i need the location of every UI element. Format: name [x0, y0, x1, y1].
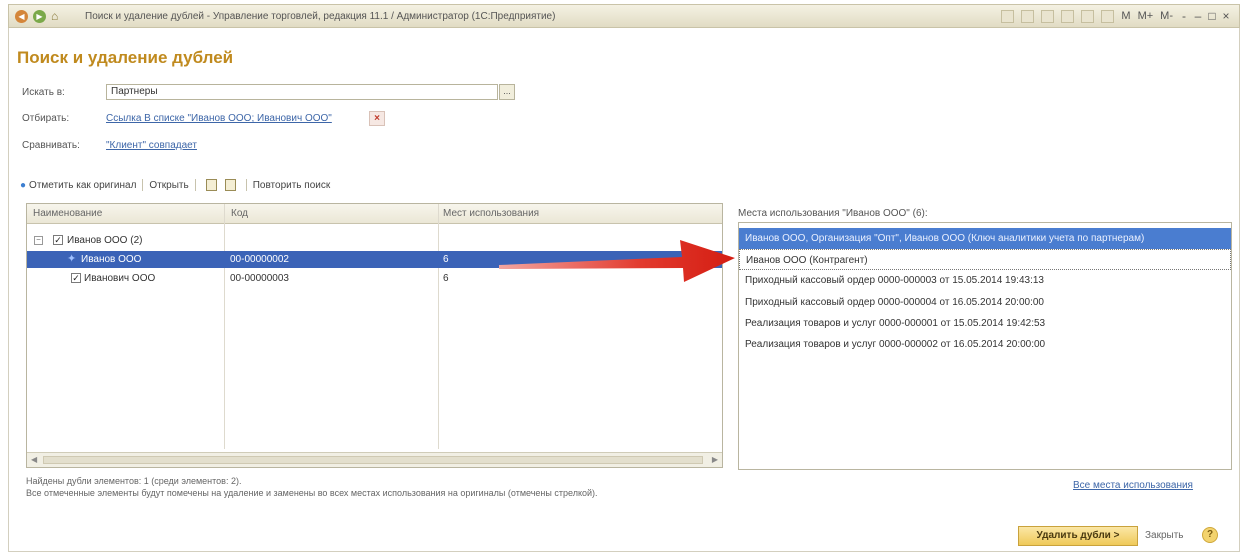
page-title: Поиск и удаление дублей	[17, 48, 234, 67]
tool-icon[interactable]	[1041, 9, 1055, 23]
column-header-code[interactable]: Код	[231, 208, 248, 219]
scroll-right-icon[interactable]: ▶	[712, 455, 718, 464]
row-checkbox[interactable]: ✓	[53, 235, 63, 245]
all-places-link[interactable]: Все места использования	[1073, 480, 1193, 491]
tool-icon[interactable]	[1061, 9, 1075, 23]
list-item[interactable]: Иванов ООО, Организация "Опт", Иванов ОО…	[739, 228, 1231, 249]
memory-button[interactable]: M	[1121, 10, 1130, 22]
horizontal-scrollbar[interactable]: ◀ ▶	[27, 452, 722, 467]
collapse-icon[interactable]: −	[34, 236, 43, 245]
search-in-label: Искать в:	[22, 87, 65, 98]
window-tools: M M+ M-	[1001, 9, 1173, 23]
window-titlebar: ◀ ▶ ⌂ Поиск и удаление дублей - Управлен…	[8, 4, 1240, 28]
memory-minus-button[interactable]: M-	[1160, 10, 1173, 22]
window-title: Поиск и удаление дублей - Управление тор…	[85, 10, 556, 22]
mark-original-button[interactable]: Отметить как оригинал	[29, 180, 136, 191]
list-item[interactable]: Иванов ООО (Контрагент)	[739, 249, 1231, 270]
list-item[interactable]: Приходный кассовый ордер 0000-000004 от …	[739, 292, 1231, 313]
found-summary: Найдены дубли элементов: 1 (среди элемен…	[26, 476, 242, 486]
row-usage-count: 6	[443, 273, 449, 284]
select-button[interactable]: ...	[499, 84, 515, 100]
original-star-icon: ✦	[67, 253, 77, 265]
close-icon[interactable]: ×	[1219, 9, 1233, 23]
forward-icon[interactable]: ▶	[33, 9, 46, 23]
compare-label: Сравнивать:	[22, 140, 80, 151]
minimize-button[interactable]: -	[1177, 9, 1191, 23]
help-icon[interactable]: ?	[1202, 527, 1218, 543]
search-in-field[interactable]: Партнеры	[106, 84, 498, 100]
close-button[interactable]: Закрыть	[1145, 530, 1184, 541]
home-icon[interactable]: ⌂	[51, 10, 65, 22]
repeat-search-button[interactable]: Повторить поиск	[253, 180, 331, 191]
usage-places-title: Места использования "Иванов ООО" (6):	[738, 208, 928, 219]
row-code: 00-00000003	[230, 273, 289, 284]
scrollbar-thumb[interactable]	[43, 456, 703, 464]
tool-icon[interactable]	[1001, 9, 1015, 23]
column-header-name[interactable]: Наименование	[33, 208, 102, 219]
toolbar-divider	[142, 179, 144, 191]
tool-icon[interactable]	[1081, 9, 1095, 23]
row-name: Иванов ООО	[81, 254, 142, 265]
open-button[interactable]: Открыть	[149, 180, 188, 191]
compare-link[interactable]: "Клиент" совпадает	[106, 140, 197, 151]
row-checkbox[interactable]: ✓	[71, 273, 81, 283]
maximize-button[interactable]: □	[1205, 9, 1219, 23]
paste-icon[interactable]	[224, 179, 236, 191]
table-header: Наименование Код Мест использования	[27, 204, 722, 224]
row-name: Иванович ООО	[84, 273, 156, 284]
mark-original-icon[interactable]: ●	[20, 180, 26, 191]
list-item[interactable]: Реализация товаров и услуг 0000-000002 о…	[739, 334, 1231, 355]
tool-icon[interactable]	[1021, 9, 1035, 23]
scroll-left-icon[interactable]: ◀	[31, 455, 37, 464]
copy-icon[interactable]	[205, 179, 217, 191]
toolbar-divider	[194, 179, 196, 191]
memory-plus-button[interactable]: M+	[1138, 10, 1154, 22]
delete-duplicates-button[interactable]: Удалить дубли >	[1018, 526, 1138, 546]
filter-label: Отбирать:	[22, 113, 70, 124]
grid-toolbar: ● Отметить как оригинал Открыть Повторит…	[20, 176, 330, 194]
row-code: 00-00000002	[230, 254, 289, 265]
filter-link[interactable]: Ссылка В списке "Иванов ООО; Иванович ОО…	[106, 113, 332, 124]
toolbar-divider	[245, 179, 247, 191]
column-header-usage[interactable]: Мест использования	[443, 208, 539, 219]
row-name: Иванов ООО (2)	[67, 235, 143, 246]
list-item[interactable]: Реализация товаров и услуг 0000-000001 о…	[739, 313, 1231, 334]
dash-button[interactable]: –	[1191, 9, 1205, 23]
row-usage-count: 6	[443, 254, 449, 265]
usage-places-list[interactable]: Иванов ООО, Организация "Опт", Иванов ОО…	[738, 222, 1232, 470]
replace-note: Все отмеченные элементы будут помечены н…	[26, 488, 598, 498]
red-arrow	[499, 240, 735, 282]
list-item[interactable]: Приходный кассовый ордер 0000-000003 от …	[739, 270, 1231, 291]
back-icon[interactable]: ◀	[15, 9, 28, 23]
clear-filter-button[interactable]: ×	[369, 111, 385, 126]
tool-icon[interactable]	[1101, 9, 1115, 23]
